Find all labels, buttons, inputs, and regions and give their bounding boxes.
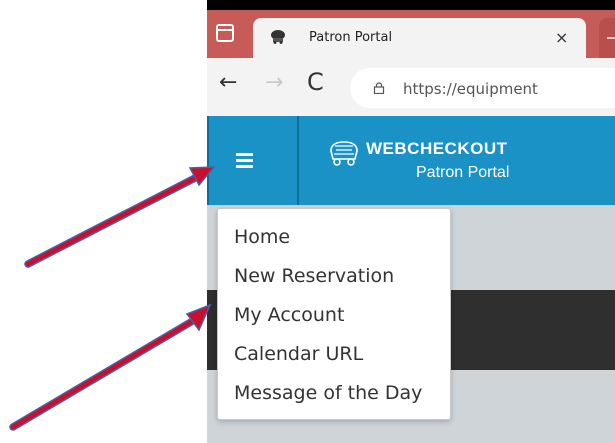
menu-item-my-account[interactable]: My Account (234, 304, 344, 326)
menu-item-message-of-the-day[interactable]: Message of the Day (234, 382, 422, 404)
lock-icon (373, 82, 385, 94)
tab-patron-portal[interactable]: Patron Portal × (253, 18, 586, 58)
reload-icon[interactable]: C (307, 68, 324, 96)
url-text[interactable]: https://equipment (403, 80, 538, 98)
hamburger-icon-bar (236, 159, 253, 162)
new-tab-edge[interactable] (599, 18, 615, 58)
forward-icon[interactable]: → (265, 70, 283, 95)
arrow-annotation (9, 303, 212, 431)
brand-name[interactable]: WEBCHECKOUT (366, 139, 508, 159)
window-icon[interactable] (216, 24, 234, 42)
hamburger-menu-button[interactable] (207, 116, 299, 205)
tab-title: Patron Portal (309, 30, 393, 45)
menu-item-new-reservation[interactable]: New Reservation (234, 265, 394, 287)
favicon-icon (271, 30, 285, 44)
navigation-dropdown-menu: Home New Reservation My Account Calendar… (217, 208, 451, 420)
browser-screenshot: Patron Portal × ← → C https://equipment … (207, 0, 615, 443)
logo-icon (330, 141, 358, 166)
menu-item-calendar-url[interactable]: Calendar URL (234, 343, 363, 365)
arrow-annotation (24, 166, 216, 268)
hamburger-icon (236, 153, 253, 156)
header-subtitle: Patron Portal (416, 164, 510, 181)
hamburger-icon-bar (236, 165, 253, 168)
menu-item-home[interactable]: Home (234, 226, 290, 248)
back-icon[interactable]: ← (219, 70, 237, 95)
screen-top-edge (207, 0, 615, 10)
close-icon[interactable]: × (555, 28, 568, 47)
